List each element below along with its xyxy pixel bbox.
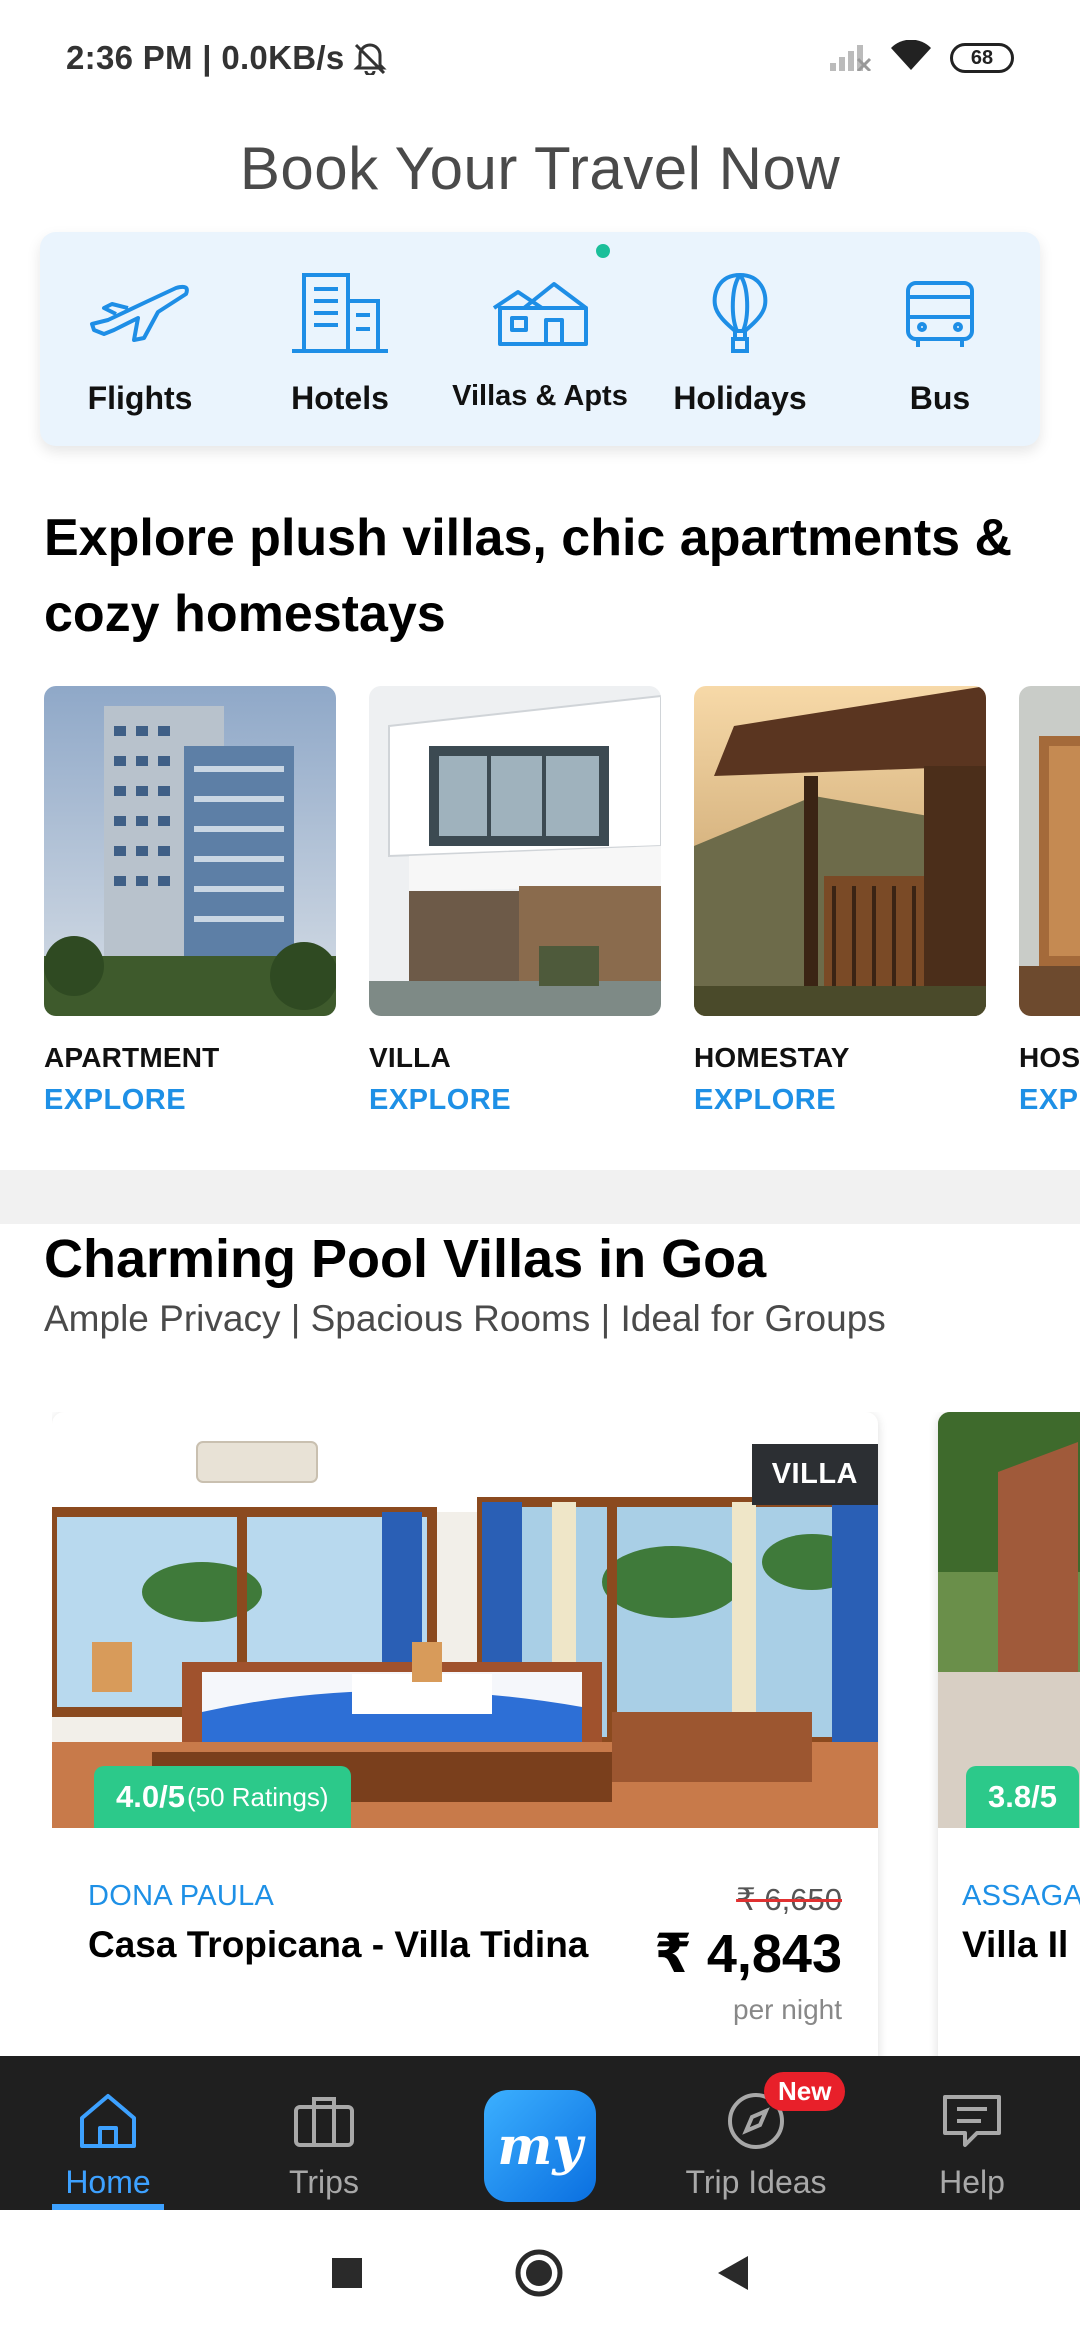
property-type-homestay[interactable]: HOMESTAY EXPLORE: [694, 686, 986, 1116]
category-hotels[interactable]: Hotels: [240, 232, 440, 446]
nav-label: Home: [65, 2164, 151, 2200]
notification-dot: [596, 244, 610, 258]
property-type-villa[interactable]: VILLA EXPLORE: [369, 686, 661, 1116]
villa-photo: 3.8/5: [938, 1412, 1080, 1828]
battery-indicator: 68: [950, 43, 1014, 73]
category-holidays[interactable]: Holidays: [640, 232, 840, 446]
villa-carousel[interactable]: VILLA 4.0/5 (50 Ratings) DONA PAULA Casa…: [52, 1412, 1080, 2062]
property-type-hostel[interactable]: HOSTEL EXPLORE: [1019, 686, 1080, 1116]
bottom-navigation: Home Trips my Trip Ideas New Help: [0, 2056, 1080, 2210]
chat-help-icon: [937, 2086, 1007, 2156]
briefcase-icon: [289, 2086, 359, 2156]
status-bar: 2:36 PM | 0.0KB/s 68: [0, 0, 1080, 116]
original-price: ₹ 6,650: [736, 1882, 842, 1917]
rating-count: (50 Ratings): [186, 1781, 329, 1812]
home-icon: [73, 2086, 143, 2156]
category-flights[interactable]: Flights: [40, 232, 240, 446]
villa-card[interactable]: 3.8/5 ASSAGAO Villa Il: [938, 1412, 1080, 2062]
bus-icon: [885, 268, 995, 358]
explore-link[interactable]: EXPLORE: [1019, 1084, 1080, 1116]
villa-image: [369, 686, 661, 1016]
hot-air-balloon-icon: [685, 268, 795, 358]
category-card: Flights Hotels Villas & Apts Holidays Bu…: [40, 232, 1040, 446]
hostel-image: [1019, 686, 1080, 1016]
nav-label: Help: [939, 2164, 1005, 2200]
rating-badge: 3.8/5: [966, 1766, 1079, 1828]
villa-name: Casa Tropicana - Villa Tidina: [88, 1924, 589, 1965]
back-button[interactable]: [714, 2254, 750, 2297]
makemytrip-logo: my: [484, 2090, 596, 2202]
system-navigation-bar: [0, 2210, 1080, 2340]
explore-link[interactable]: EXPLORE: [694, 1084, 986, 1116]
category-bus[interactable]: Bus: [840, 232, 1040, 446]
airplane-icon: [85, 268, 195, 358]
nav-label: Trip Ideas: [685, 2164, 827, 2200]
apartment-image: [44, 686, 336, 1016]
villa-name: Villa Il: [962, 1924, 1069, 1965]
property-type-name: HOMESTAY: [694, 1042, 850, 1073]
nav-trips[interactable]: Trips: [216, 2056, 432, 2210]
section-title-goa: Charming Pool Villas in Goa: [44, 1229, 767, 1289]
property-type-name: APARTMENT: [44, 1042, 220, 1073]
new-badge: New: [764, 2072, 846, 2111]
category-label: Villas & Apts: [452, 380, 628, 412]
property-type-name: VILLA: [369, 1042, 451, 1073]
section-divider: [0, 1170, 1080, 1224]
explore-link[interactable]: EXPLORE: [44, 1084, 336, 1116]
wifi-icon: [890, 39, 932, 77]
nav-home[interactable]: Home: [0, 2056, 216, 2210]
section-subtitle-goa: Ample Privacy | Spacious Rooms | Ideal f…: [44, 1298, 886, 1339]
villa-card[interactable]: VILLA 4.0/5 (50 Ratings) DONA PAULA Casa…: [52, 1412, 878, 2062]
category-label: Bus: [909, 380, 971, 416]
nav-help[interactable]: Help: [864, 2056, 1080, 2210]
status-time: 2:36 PM | 0.0KB/s: [66, 39, 345, 76]
villa-info: DONA PAULA Casa Tropicana - Villa Tidina…: [52, 1828, 878, 2062]
villa-location: ASSAGAO: [962, 1880, 1080, 1912]
property-type-tag: VILLA: [751, 1444, 878, 1505]
property-type-carousel[interactable]: APARTMENT EXPLORE VILLA EXPLORE HOMESTAY…: [44, 686, 1080, 1116]
signal-icon: [828, 41, 872, 76]
explore-link[interactable]: EXPLORE: [369, 1084, 661, 1116]
page-title: Book Your Travel Now: [239, 135, 841, 202]
villa-photo: VILLA 4.0/5 (50 Ratings): [52, 1412, 878, 1828]
homestay-image: [694, 686, 986, 1016]
rating-score: 3.8/5: [988, 1779, 1057, 1814]
home-button[interactable]: [514, 2248, 564, 2303]
category-villas[interactable]: Villas & Apts: [440, 232, 640, 446]
app-screen: 2:36 PM | 0.0KB/s 68 Book Your Travel No…: [0, 0, 1080, 2340]
villa-info: ASSAGAO Villa Il: [938, 1828, 1080, 2062]
category-label: Flights: [87, 380, 193, 416]
mute-icon: [352, 41, 388, 75]
nav-trip-ideas[interactable]: Trip Ideas New: [648, 2056, 864, 2210]
rating-badge: 4.0/5 (50 Ratings): [94, 1766, 351, 1828]
rating-score: 4.0/5: [116, 1779, 185, 1814]
price-unit: per night: [733, 1994, 842, 2025]
category-label: Holidays: [673, 380, 807, 416]
property-type-apartment[interactable]: APARTMENT EXPLORE: [44, 686, 336, 1116]
section-title-explore: Explore plush villas, chic apartments & …: [44, 509, 1013, 643]
house-icon: [485, 268, 595, 358]
villa-location: DONA PAULA: [88, 1880, 275, 1912]
nav-label: Trips: [289, 2164, 359, 2200]
category-label: Hotels: [291, 380, 389, 416]
building-icon: [285, 268, 395, 358]
property-type-name: HOSTEL: [1019, 1042, 1080, 1073]
recent-apps-button[interactable]: [330, 2256, 364, 2295]
discounted-price: ₹ 4,843: [654, 1924, 842, 1984]
nav-my[interactable]: my: [432, 2056, 648, 2210]
